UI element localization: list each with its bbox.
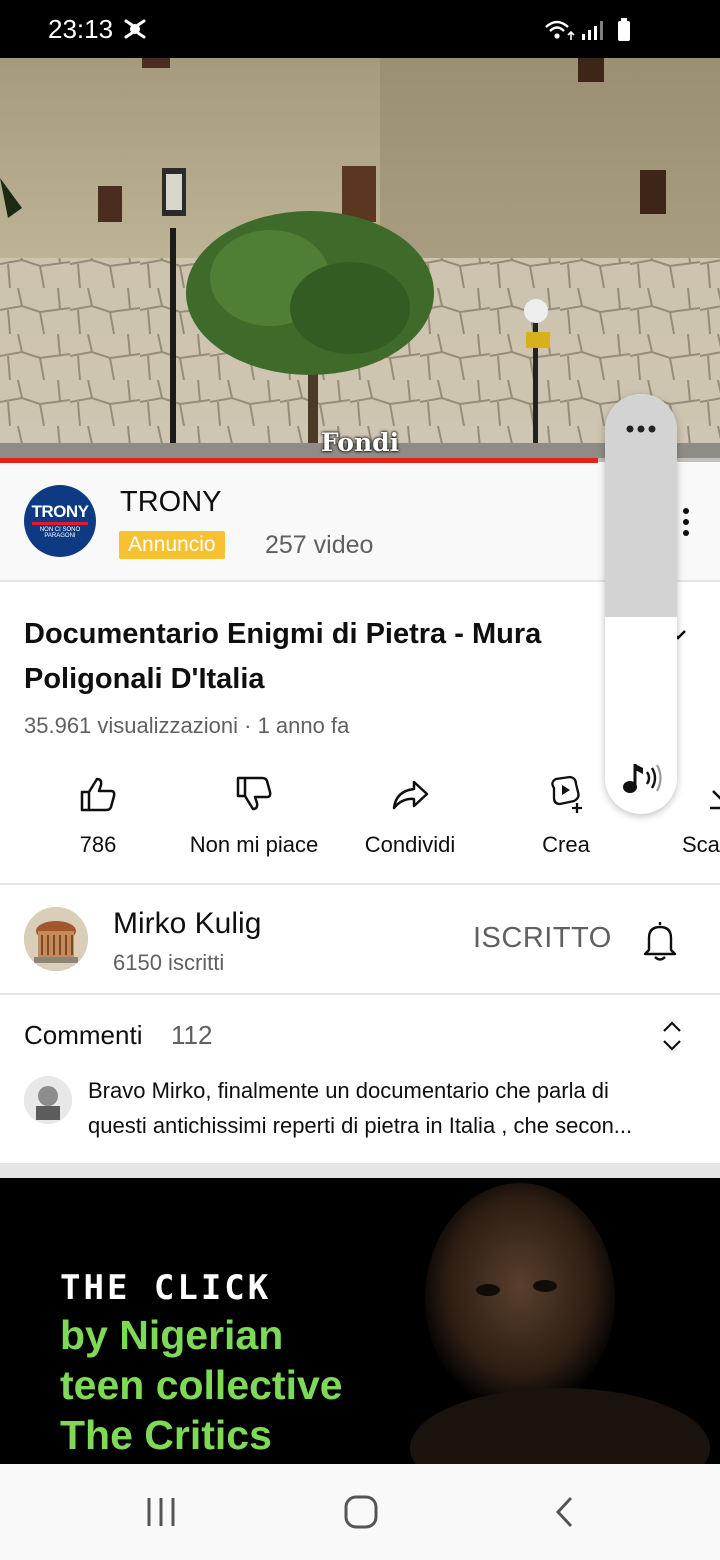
system-nav-bar — [0, 1464, 720, 1560]
banner-line3: The Critics — [60, 1412, 272, 1458]
comment-text[interactable]: Bravo Mirko, finalmente un documentario … — [88, 1073, 688, 1143]
create-label: Crea — [542, 832, 590, 857]
bell-icon[interactable] — [641, 918, 679, 962]
more-options-icon[interactable] — [680, 505, 692, 545]
video-title-line1: Documentario Enigmi di Pietra - Mura — [24, 618, 542, 650]
expand-collapse-icon[interactable] — [660, 1020, 684, 1052]
ad-logo[interactable]: TRONY NON CI SONO PARAGONI — [24, 485, 96, 557]
media-volume-icon — [623, 764, 662, 793]
thumb-down-icon — [236, 776, 272, 811]
video-title-line2: Poligonali D'Italia — [24, 663, 265, 695]
battery-icon — [618, 18, 630, 41]
channel-subscribers: 6150 iscritti — [113, 950, 225, 975]
divider — [0, 883, 720, 885]
status-icons — [545, 18, 630, 41]
comments-title[interactable]: Commenti — [24, 1020, 142, 1051]
section-gap — [0, 1163, 720, 1178]
share-button[interactable]: Condividi — [340, 770, 480, 870]
banner-headline: THE CLICK — [60, 1268, 272, 1308]
volume-slider-panel[interactable] — [605, 394, 677, 814]
recent-apps-icon[interactable] — [144, 1496, 178, 1528]
home-icon[interactable] — [343, 1494, 379, 1530]
video-title[interactable]: Documentario Enigmi di Pietra - Mura Pol… — [24, 612, 604, 702]
like-count: 786 — [79, 832, 117, 857]
dislike-label: Non mi piace — [189, 832, 319, 857]
more-icon[interactable] — [625, 424, 657, 434]
ad-logo-tagline: NON CI SONO PARAGONI — [39, 527, 81, 539]
channel-name[interactable]: Mirko Kulig — [113, 907, 261, 941]
share-label: Condividi — [364, 832, 456, 857]
ad-advertiser-name[interactable]: TRONY — [120, 486, 222, 519]
banner-line2: teen collective — [60, 1362, 343, 1408]
status-time: 23:13 — [48, 14, 114, 44]
channel-avatar[interactable] — [24, 907, 88, 971]
ad-badge: Annuncio — [119, 531, 225, 559]
download-icon — [710, 790, 720, 810]
signal-icon — [582, 21, 603, 40]
ad-video-count: 257 video — [265, 531, 374, 559]
divider — [0, 993, 720, 995]
share-icon — [392, 780, 429, 810]
like-button[interactable]: 786 — [28, 770, 168, 870]
wifi-icon — [545, 20, 575, 40]
subscribed-button[interactable]: ISCRITTO — [473, 922, 612, 955]
commenter-avatar[interactable] — [24, 1076, 72, 1124]
comment-line1: Bravo Mirko, finalmente un documentario … — [88, 1078, 609, 1103]
notification-app-icon — [124, 19, 146, 39]
comments-count: 112 — [171, 1020, 213, 1050]
download-label: Sca — [682, 832, 720, 857]
status-bar: 23:13 — [0, 0, 720, 58]
create-icon — [551, 775, 582, 813]
banner-text: by Nigerian teen collective The Critics — [60, 1310, 460, 1460]
comment-line2: questi antichissimi reperti di pietra in… — [88, 1113, 633, 1138]
dislike-button[interactable]: Non mi piace — [184, 770, 324, 870]
video-meta: 35.961 visualizzazioni · 1 anno fa — [24, 713, 350, 738]
back-icon[interactable] — [553, 1495, 575, 1529]
thumb-up-icon — [80, 777, 116, 812]
banner-line1: by Nigerian — [60, 1312, 284, 1358]
ad-logo-text: TRONY — [31, 502, 90, 521]
